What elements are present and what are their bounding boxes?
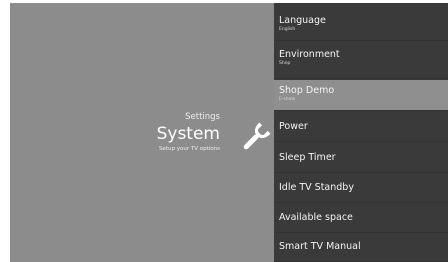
menu-item-power[interactable]: Power (274, 111, 448, 142)
settings-header-panel: Settings System Setup your TV options (10, 3, 274, 262)
settings-screen: Settings System Setup your TV options La… (0, 0, 448, 262)
menu-item-value: E-show (279, 97, 296, 102)
menu-item-label: Smart TV Manual (279, 241, 361, 252)
menu-item-label: Available space (279, 212, 353, 223)
menu-item-label: Shop Demo (279, 85, 335, 96)
menu-item-label: Idle TV Standby (279, 182, 354, 193)
breadcrumb: Settings (185, 112, 220, 122)
page-title: System (156, 124, 220, 144)
menu-item-label: Language (279, 15, 326, 26)
menu-item-shop-demo[interactable]: Shop Demo E-show (274, 80, 448, 111)
menu-item-value: Shop (279, 61, 291, 66)
menu-item-label: Sleep Timer (279, 152, 336, 163)
wrench-icon (243, 122, 271, 150)
menu-item-available-space[interactable]: Available space (274, 203, 448, 233)
title-block: Settings System Setup your TV options (157, 112, 220, 153)
menu-item-environment[interactable]: Environment Shop (274, 41, 448, 79)
page-subtitle: Setup your TV options (159, 146, 220, 152)
menu-item-value: English (279, 27, 296, 32)
menu-item-label: Power (279, 121, 308, 132)
menu-item-language[interactable]: Language English (274, 3, 448, 41)
menu-item-idle-tv-standby[interactable]: Idle TV Standby (274, 173, 448, 203)
settings-menu: Language English Environment Shop Shop D… (274, 3, 448, 262)
menu-item-sleep-timer[interactable]: Sleep Timer (274, 142, 448, 173)
menu-item-label: Environment (279, 49, 340, 60)
menu-item-smart-tv-manual[interactable]: Smart TV Manual (274, 233, 448, 262)
